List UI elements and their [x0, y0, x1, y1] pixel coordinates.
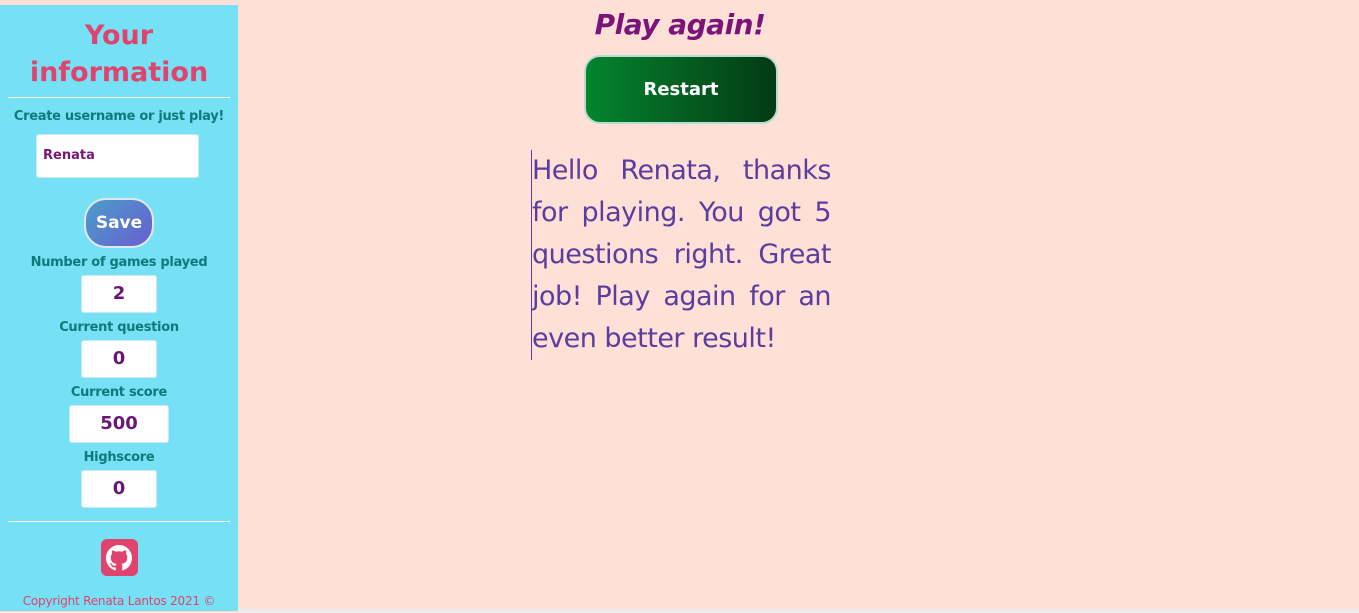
- sidebar: Your information Create username or just…: [0, 5, 238, 611]
- highscore-label: Highscore: [83, 450, 155, 465]
- current-question-value: 0: [81, 340, 157, 378]
- sidebar-title: Your information: [29, 20, 209, 88]
- username-input[interactable]: Renata: [36, 134, 199, 178]
- divider: [8, 97, 230, 98]
- divider: [8, 521, 230, 522]
- games-played-value: 2: [81, 275, 157, 313]
- copyright: Copyright Renata Lantos 2021 ©: [22, 594, 216, 608]
- bottom-scrollbar: [238, 609, 1359, 613]
- current-score-label: Current score: [70, 385, 168, 400]
- github-link[interactable]: [100, 539, 138, 576]
- username-prompt: Create username or just play!: [13, 109, 225, 124]
- highscore-value: 0: [81, 470, 157, 508]
- restart-button[interactable]: Restart: [584, 55, 778, 124]
- github-icon: [106, 544, 132, 570]
- current-score-value: 500: [69, 405, 169, 443]
- play-again-heading: Play again!: [594, 8, 766, 41]
- save-button[interactable]: Save: [84, 198, 154, 248]
- games-played-label: Number of games played: [30, 255, 208, 270]
- current-question-label: Current question: [59, 320, 179, 335]
- result-message: Hello Renata, thanks for playing. You go…: [531, 150, 832, 360]
